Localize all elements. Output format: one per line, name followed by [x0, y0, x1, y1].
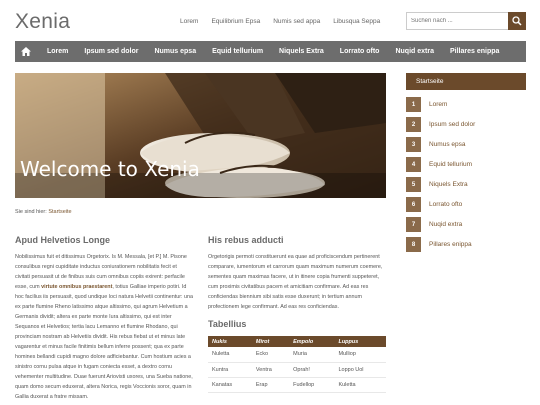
right-column-heading: His rebus adducti	[208, 235, 284, 245]
sidebar-item-label: Equid tellurium	[429, 161, 472, 168]
sidebar-item-2[interactable]: 2 Ipsum sed dolor	[406, 117, 526, 132]
table-cell: Mulliop	[334, 347, 386, 363]
topnav-link-2[interactable]: Equilibrium Epsa	[211, 18, 260, 25]
left-column-text: Nobilissimus fuit et ditissimus Orgetori…	[15, 252, 193, 402]
mainnav-item-5[interactable]: Niquels Extra	[279, 48, 324, 55]
mainnav-item-4[interactable]: Equid tellurium	[212, 48, 263, 55]
table-header-cell: Mirot	[251, 336, 290, 347]
site-logo[interactable]: Xenia	[15, 10, 70, 34]
sidebar-item-number: 3	[406, 137, 421, 152]
sidebar-item-number: 2	[406, 117, 421, 132]
table-cell: Oprah!	[289, 362, 335, 378]
hero-banner: Welcome to Xenia	[15, 73, 386, 198]
topnav-link-3[interactable]: Numis sed appa	[273, 18, 320, 25]
sidebar-item-label: Numus epsa	[429, 141, 466, 148]
topnav-link-4[interactable]: Libusqua Seppa	[333, 18, 380, 25]
table-cell: Fudellop	[289, 377, 335, 393]
sidebar-item-number: 5	[406, 177, 421, 192]
search-icon	[512, 16, 522, 26]
mainnav-item-3[interactable]: Numus epsa	[154, 48, 196, 55]
sidebar-item-label: Ipsum sed dolor	[429, 121, 476, 128]
table-cell: Kuletta	[334, 377, 386, 393]
table-cell: Kanatas	[208, 377, 252, 393]
search-input[interactable]	[407, 13, 508, 29]
table-header-cell: Nukis	[208, 336, 252, 347]
table-header-cell: Empolo	[289, 336, 335, 347]
table-cell: Nuletta	[208, 347, 252, 363]
table-cell: Muria	[289, 347, 335, 363]
mainnav-item-2[interactable]: Ipsum sed dolor	[84, 48, 138, 55]
sidebar-item-number: 7	[406, 217, 421, 232]
breadcrumb-current[interactable]: Startseite	[48, 209, 71, 215]
sidebar-item-label: Lorem	[429, 101, 448, 108]
main-navigation: Lorem Ipsum sed dolor Numus epsa Equid t…	[15, 41, 526, 62]
sidebar-item-7[interactable]: 7 Nuqid extra	[406, 217, 526, 232]
sidebar-item-number: 4	[406, 157, 421, 172]
table-row: Kanatas Erap Fudellop Kuletta	[208, 377, 386, 393]
home-button[interactable]	[15, 41, 37, 62]
sidebar-title[interactable]: Startseite	[406, 73, 526, 90]
table-row: Kuntra Ventra Oprah! Loppo Uol	[208, 362, 386, 378]
table-cell: Loppo Uol	[334, 362, 386, 378]
sidebar-item-8[interactable]: 8 Pillares enippa	[406, 237, 526, 252]
sidebar-item-4[interactable]: 4 Equid tellurium	[406, 157, 526, 172]
sidebar-item-label: Nuqid extra	[429, 221, 463, 228]
sidebar-item-number: 8	[406, 237, 421, 252]
table-cell: Erap	[251, 377, 290, 393]
table-header-cell: Luppus	[334, 336, 386, 347]
mainnav-item-6[interactable]: Lorrato ofto	[340, 48, 380, 55]
table-header-row: Nukis Mirot Empolo Luppus	[208, 336, 386, 347]
right-column-text: Orgetorigis permoti constituerunt ea qua…	[208, 254, 383, 310]
top-navigation: Lorem Equilibrium Epsa Numis sed appa Li…	[180, 18, 393, 25]
left-text-part-2: , totius Galliae imperio potiri. Id hoc …	[15, 284, 193, 400]
search-button[interactable]	[508, 12, 526, 30]
breadcrumb: Sie sind hier: Startseite	[15, 209, 72, 215]
breadcrumb-prefix: Sie sind hier:	[15, 209, 47, 215]
table-heading: Tabellius	[208, 319, 247, 329]
left-column-heading: Apud Helvetios Longe	[15, 235, 111, 245]
sidebar-item-label: Pillares enippa	[429, 241, 472, 248]
table-cell: Kuntra	[208, 362, 252, 378]
home-icon	[21, 47, 31, 56]
sidebar-item-number: 1	[406, 97, 421, 112]
sidebar-item-6[interactable]: 6 Lorrato ofto	[406, 197, 526, 212]
sidebar-item-1[interactable]: 1 Lorem	[406, 97, 526, 112]
mainnav-item-8[interactable]: Pillares enippa	[450, 48, 499, 55]
mainnav-item-1[interactable]: Lorem	[47, 48, 68, 55]
table-row: Nuletta Ecko Muria Mulliop	[208, 347, 386, 363]
sidebar-item-label: Niquels Extra	[429, 181, 468, 188]
table-cell: Ecko	[251, 347, 290, 363]
mainnav-item-7[interactable]: Nuqid extra	[395, 48, 434, 55]
sidebar-item-number: 6	[406, 197, 421, 212]
sidebar-item-3[interactable]: 3 Numus epsa	[406, 137, 526, 152]
topnav-link-1[interactable]: Lorem	[180, 18, 198, 25]
sidebar-item-label: Lorrato ofto	[429, 201, 463, 208]
sidebar-item-5[interactable]: 5 Niquels Extra	[406, 177, 526, 192]
data-table: Nukis Mirot Empolo Luppus Nuletta Ecko M…	[208, 336, 386, 393]
left-text-link[interactable]: virtute omnibus praestarent	[41, 284, 112, 290]
search-box	[406, 12, 526, 30]
table-cell: Ventra	[251, 362, 290, 378]
hero-title: Welcome to Xenia	[20, 157, 200, 181]
